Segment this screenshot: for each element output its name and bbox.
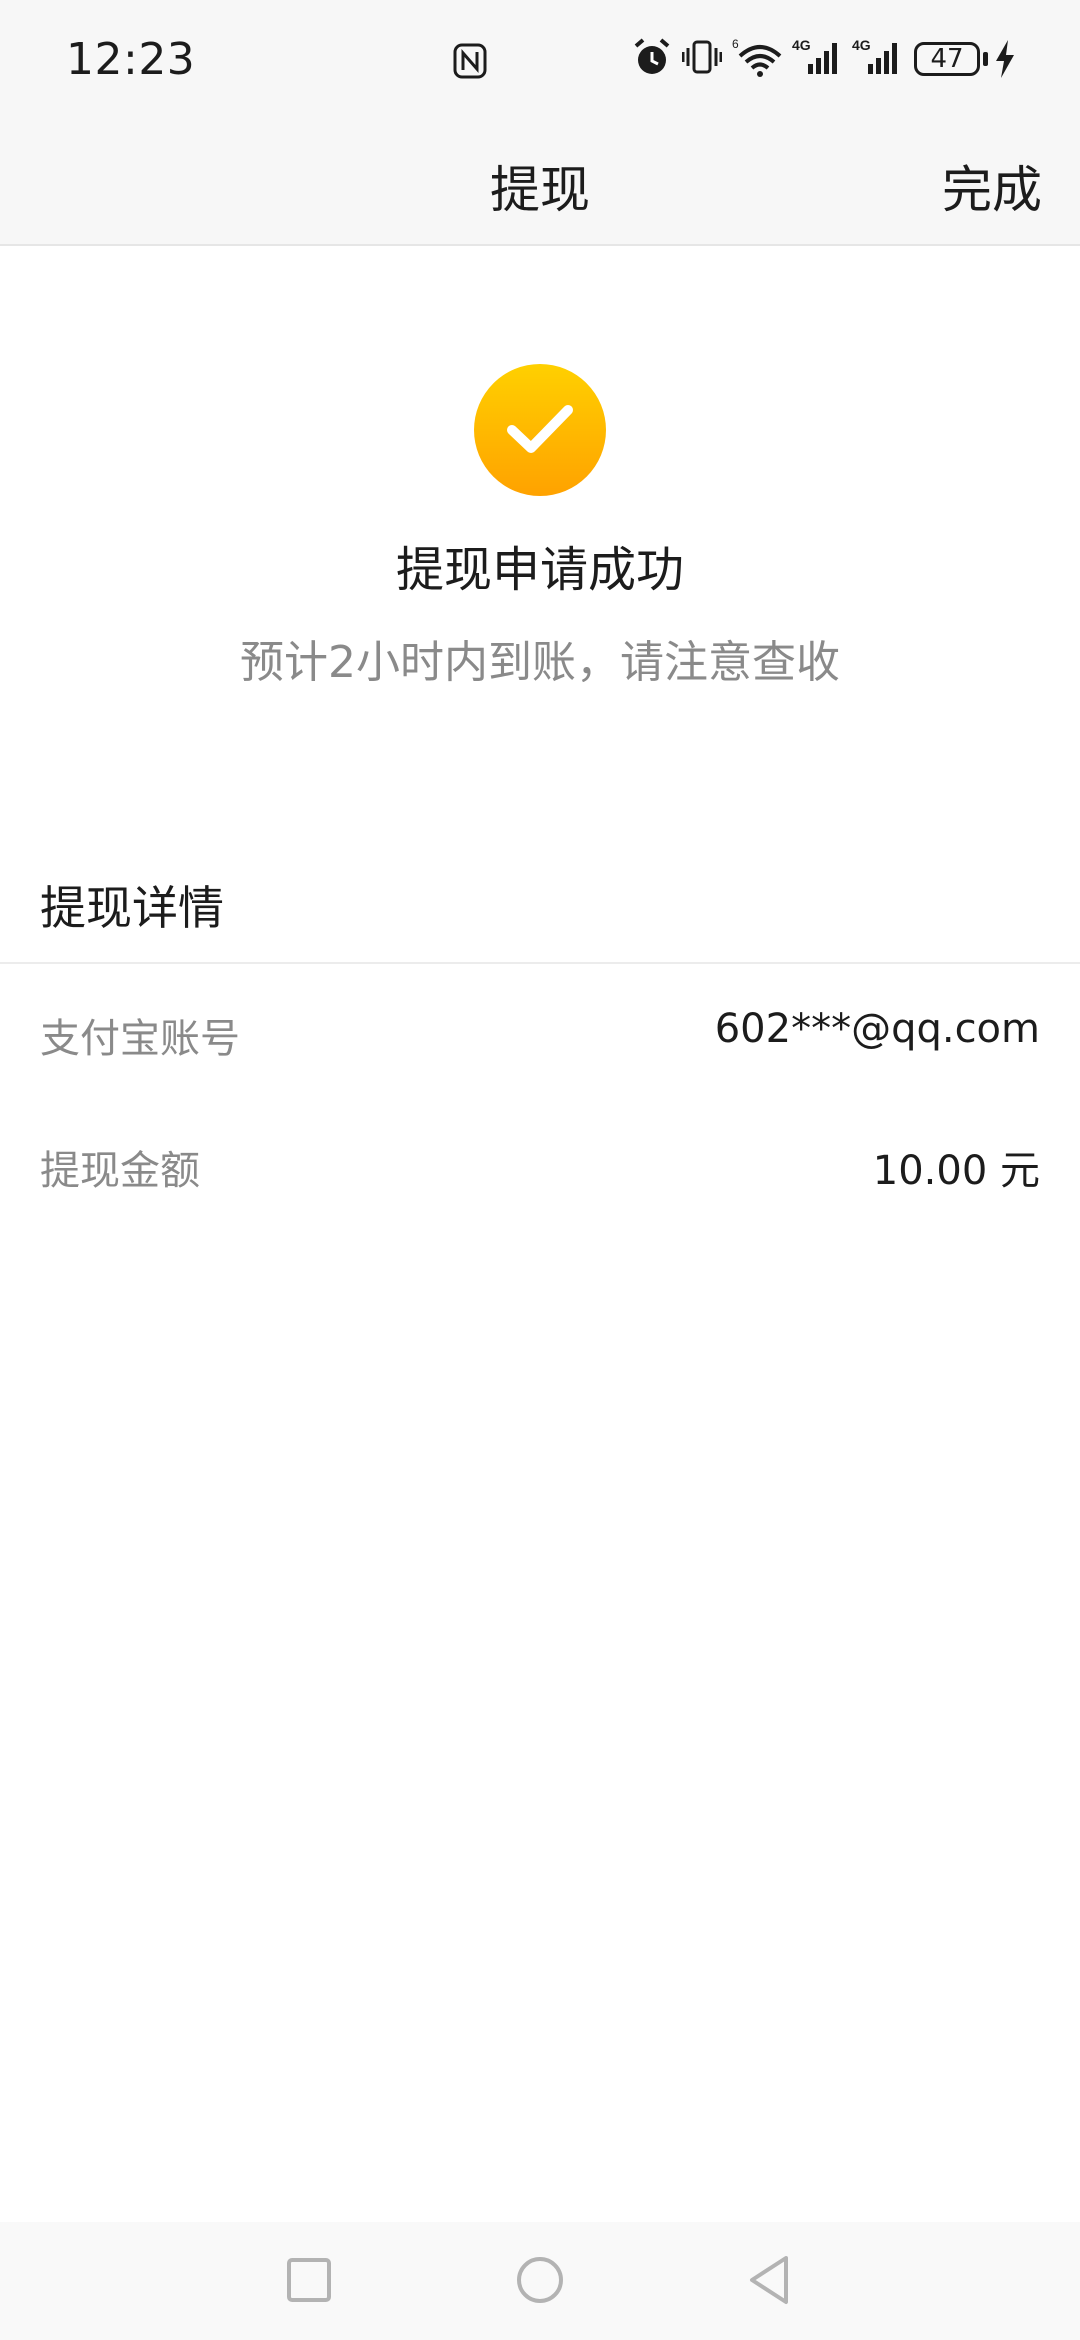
withdraw-success-page: 12:23 6 4G 4G 47 提现 完成 提现申请成功 预计2小时内到账，请… xyxy=(0,0,1080,2340)
signal-4g-icon: 4G xyxy=(852,37,897,74)
alipay-account-value: 602***@qq.com xyxy=(714,1006,1040,1052)
details-title: 提现详情 xyxy=(40,881,224,935)
battery-level: 47 xyxy=(930,44,964,74)
header: 提现 完成 xyxy=(0,122,1080,246)
battery-cap xyxy=(983,52,988,66)
status-time: 12:23 xyxy=(66,34,196,85)
done-button[interactable]: 完成 xyxy=(942,150,1042,222)
wifi-icon: 6 xyxy=(732,37,782,77)
navigation-bar xyxy=(0,2222,1080,2340)
vibrate-icon xyxy=(682,40,722,74)
success-title: 提现申请成功 xyxy=(395,542,684,598)
signal-4g-icon: 4G xyxy=(792,37,837,74)
back-icon[interactable] xyxy=(744,2252,794,2308)
withdraw-amount-value: 10.00 元 xyxy=(872,1148,1040,1194)
svg-text:6: 6 xyxy=(732,37,739,51)
withdraw-amount-label: 提现金额 xyxy=(40,1148,200,1194)
recent-apps-icon[interactable] xyxy=(284,2252,334,2308)
svg-text:4G: 4G xyxy=(852,37,871,53)
alarm-icon xyxy=(634,38,670,74)
charging-icon xyxy=(996,40,1014,78)
page-title: 提现 xyxy=(490,161,590,219)
alipay-account-label: 支付宝账号 xyxy=(40,1016,240,1062)
divider xyxy=(0,962,1080,964)
svg-text:4G: 4G xyxy=(792,37,811,53)
battery-icon: 47 xyxy=(914,42,980,76)
home-icon[interactable] xyxy=(514,2252,566,2308)
success-subtitle: 预计2小时内到账，请注意查收 xyxy=(240,637,840,688)
nfc-icon xyxy=(453,43,487,79)
check-circle-icon xyxy=(474,364,606,496)
status-bar: 12:23 6 4G 4G 47 xyxy=(0,0,1080,122)
